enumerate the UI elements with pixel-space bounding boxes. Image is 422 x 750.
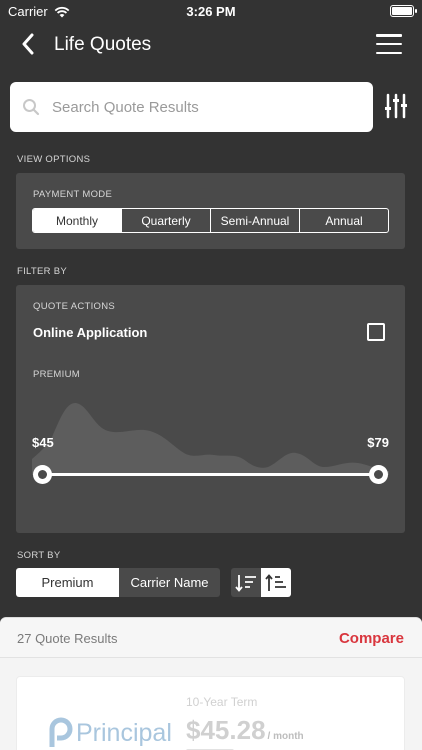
principal-logo-icon [49, 717, 73, 747]
online-application-label: Online Application [33, 325, 148, 340]
sort-field-selector: Premium Carrier Name [16, 568, 220, 597]
view-options-heading: VIEW OPTIONS [17, 154, 91, 165]
carrier-logo-text: Principal [76, 718, 172, 747]
quote-price: $45.28 [186, 715, 266, 745]
quote-results-panel: 27 Quote Results Compare Principal 10-Ye… [0, 617, 422, 750]
quote-card[interactable]: Principal 10-Year Term $45.28 / month [16, 676, 405, 750]
carrier-logo: Principal [47, 717, 172, 749]
premium-slider-min-handle[interactable] [33, 465, 52, 484]
quote-price-period: / month [267, 731, 304, 742]
sort-descending-icon [235, 574, 256, 592]
filter-card: QUOTE ACTIONS Online Application PREMIUM… [16, 285, 405, 533]
premium-label: PREMIUM [33, 369, 80, 380]
chevron-left-icon [22, 33, 34, 55]
sort-premium-button[interactable]: Premium [16, 568, 119, 597]
page-title: Life Quotes [54, 34, 152, 55]
sort-ascending-button[interactable] [261, 568, 291, 597]
payment-mode-quarterly[interactable]: Quarterly [121, 209, 210, 232]
search-input[interactable] [52, 98, 342, 116]
search-icon [23, 99, 40, 116]
premium-distribution-chart [32, 402, 389, 475]
sort-ascending-icon [265, 573, 286, 591]
payment-mode-selector: Monthly Quarterly Semi-Annual Annual [32, 208, 389, 233]
payment-mode-semi-annual[interactable]: Semi-Annual [210, 209, 299, 232]
payment-mode-annual[interactable]: Annual [299, 209, 388, 232]
back-button[interactable] [14, 30, 42, 58]
view-options-card: PAYMENT MODE Monthly Quarterly Semi-Annu… [16, 173, 405, 249]
premium-slider-track[interactable] [42, 473, 378, 476]
quote-term: 10-Year Term [186, 695, 258, 709]
online-application-checkbox[interactable] [367, 323, 385, 341]
filter-by-heading: FILTER BY [17, 266, 68, 277]
hamburger-menu-icon[interactable] [376, 32, 402, 56]
premium-slider-max-handle[interactable] [369, 465, 388, 484]
results-header: 27 Quote Results Compare [0, 618, 422, 658]
nav-bar: Life Quotes [0, 22, 422, 66]
quote-price-row: $45.28 / month [186, 715, 304, 746]
status-time: 3:26 PM [186, 4, 236, 19]
payment-mode-monthly[interactable]: Monthly [33, 209, 121, 232]
premium-range-max: $79 [367, 435, 389, 450]
payment-mode-label: PAYMENT MODE [33, 189, 113, 200]
results-count: 27 Quote Results [17, 631, 118, 646]
battery-icon [390, 5, 417, 17]
sort-descending-button[interactable] [231, 568, 261, 597]
compare-button[interactable]: Compare [339, 630, 404, 647]
sort-carrier-name-button[interactable]: Carrier Name [119, 568, 220, 597]
sort-by-heading: SORT BY [17, 550, 61, 561]
status-bar: Carrier 3:26 PM [0, 0, 422, 22]
filter-sliders-icon[interactable] [384, 92, 408, 120]
search-bar [10, 82, 373, 132]
quote-actions-label: QUOTE ACTIONS [33, 301, 116, 312]
premium-range-min: $45 [32, 435, 54, 450]
